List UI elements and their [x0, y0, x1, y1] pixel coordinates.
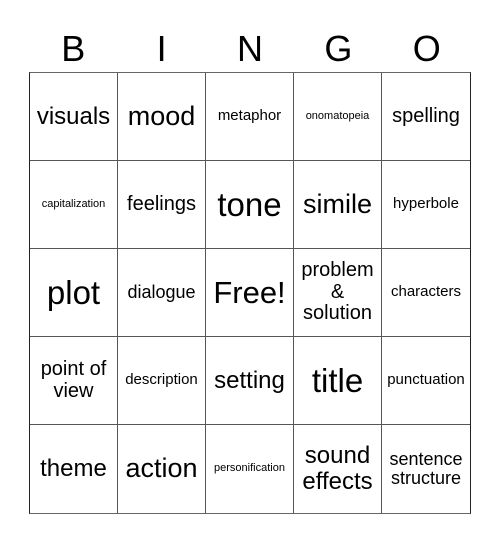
header-letter-i: I — [156, 28, 167, 69]
free-space-cell[interactable]: Free! — [206, 249, 294, 337]
bingo-cell[interactable]: personification — [206, 425, 294, 513]
bingo-cell[interactable]: action — [118, 425, 206, 513]
header-letter-g: G — [324, 28, 353, 69]
bingo-cell[interactable]: spelling — [382, 73, 470, 161]
bingo-cell[interactable]: capitalization — [30, 161, 118, 249]
bingo-cell[interactable]: dialogue — [118, 249, 206, 337]
bingo-cell[interactable]: sentence structure — [382, 425, 470, 513]
bingo-cell[interactable]: characters — [382, 249, 470, 337]
bingo-cell[interactable]: tone — [206, 161, 294, 249]
bingo-cell[interactable]: feelings — [118, 161, 206, 249]
bingo-cell[interactable]: point of view — [30, 337, 118, 425]
bingo-cell[interactable]: title — [294, 337, 382, 425]
bingo-cell[interactable]: hyperbole — [382, 161, 470, 249]
bingo-card-grid: visuals mood metaphor onomatopeia spelli… — [29, 72, 471, 514]
bingo-cell[interactable]: onomatopeia — [294, 73, 382, 161]
header-letter-b: B — [61, 28, 86, 69]
bingo-cell[interactable]: sound effects — [294, 425, 382, 513]
bingo-cell[interactable]: plot — [30, 249, 118, 337]
header-letter-o: O — [412, 28, 441, 69]
bingo-cell[interactable]: description — [118, 337, 206, 425]
bingo-cell[interactable]: problem & solution — [294, 249, 382, 337]
bingo-cell[interactable]: metaphor — [206, 73, 294, 161]
bingo-cell[interactable]: setting — [206, 337, 294, 425]
bingo-header: B I N G O — [29, 26, 471, 72]
bingo-cell[interactable]: simile — [294, 161, 382, 249]
header-letter-n: N — [236, 28, 263, 69]
bingo-cell[interactable]: visuals — [30, 73, 118, 161]
bingo-cell[interactable]: punctuation — [382, 337, 470, 425]
bingo-cell[interactable]: theme — [30, 425, 118, 513]
bingo-cell[interactable]: mood — [118, 73, 206, 161]
